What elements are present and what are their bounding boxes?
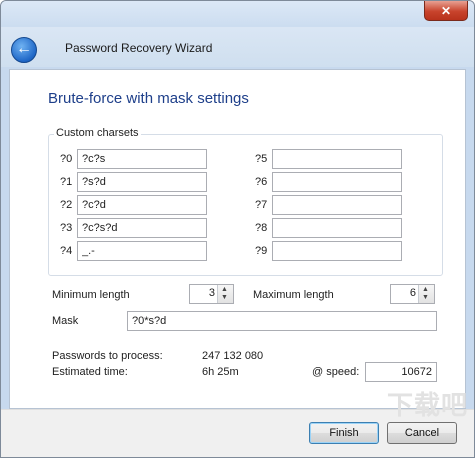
- charset-field-0[interactable]: [77, 149, 207, 169]
- charset-label-7: ?7: [255, 199, 268, 211]
- mask-field[interactable]: [127, 311, 437, 331]
- speed-label: @ speed:: [312, 366, 360, 378]
- spin-up-icon[interactable]: ▲: [422, 286, 429, 294]
- charset-field-9[interactable]: [272, 241, 402, 261]
- wizard-title: Password Recovery Wizard: [65, 41, 213, 55]
- estimated-time-label: Estimated time:: [52, 366, 128, 378]
- back-arrow-icon[interactable]: ←: [11, 37, 37, 63]
- cancel-button[interactable]: Cancel: [387, 422, 457, 444]
- mask-label: Mask: [52, 315, 79, 327]
- charset-label-8: ?8: [255, 222, 268, 234]
- passwords-to-process-label: Passwords to process:: [52, 350, 163, 362]
- min-length-spin-buttons[interactable]: ▲ ▼: [217, 285, 233, 303]
- custom-charsets-label: Custom charsets: [54, 127, 141, 139]
- charset-label-4: ?4: [60, 245, 73, 257]
- min-length-value: 3: [208, 287, 215, 299]
- spin-down-icon[interactable]: ▼: [422, 294, 429, 302]
- charset-label-3: ?3: [60, 222, 73, 234]
- charset-field-1[interactable]: [77, 172, 207, 192]
- charset-label-5: ?5: [255, 153, 268, 165]
- finish-button[interactable]: Finish: [309, 422, 379, 444]
- charset-field-7[interactable]: [272, 195, 402, 215]
- min-length-stepper[interactable]: 3 ▲ ▼: [189, 284, 234, 304]
- charset-label-1: ?1: [60, 176, 73, 188]
- charset-label-0: ?0: [60, 153, 73, 165]
- max-length-value: 6: [409, 287, 416, 299]
- wizard-window: ✕ ← Password Recovery Wizard Brute-force…: [0, 0, 475, 458]
- passwords-to-process-value: 247 132 080: [202, 350, 264, 362]
- close-button[interactable]: ✕: [424, 1, 468, 21]
- max-length-label: Maximum length: [253, 289, 334, 301]
- min-length-label: Minimum length: [52, 289, 130, 301]
- charset-field-3[interactable]: [77, 218, 207, 238]
- speed-field[interactable]: [365, 362, 437, 382]
- charset-label-6: ?6: [255, 176, 268, 188]
- charset-label-9: ?9: [255, 245, 268, 257]
- estimated-time-value: 6h 25m: [202, 366, 239, 378]
- spin-up-icon[interactable]: ▲: [221, 286, 228, 294]
- charset-field-4[interactable]: [77, 241, 207, 261]
- wizard-header: ← Password Recovery Wizard: [1, 27, 474, 67]
- charset-field-5[interactable]: [272, 149, 402, 169]
- charset-field-6[interactable]: [272, 172, 402, 192]
- charset-field-2[interactable]: [77, 195, 207, 215]
- page-heading: Brute-force with mask settings: [48, 90, 249, 107]
- spin-down-icon[interactable]: ▼: [221, 294, 228, 302]
- charset-field-8[interactable]: [272, 218, 402, 238]
- max-length-spin-buttons[interactable]: ▲ ▼: [418, 285, 434, 303]
- max-length-stepper[interactable]: 6 ▲ ▼: [390, 284, 435, 304]
- watermark-logo: 下载吧: [386, 390, 468, 420]
- charset-label-2: ?2: [60, 199, 73, 211]
- content-panel: Brute-force with mask settings Custom ch…: [9, 69, 466, 409]
